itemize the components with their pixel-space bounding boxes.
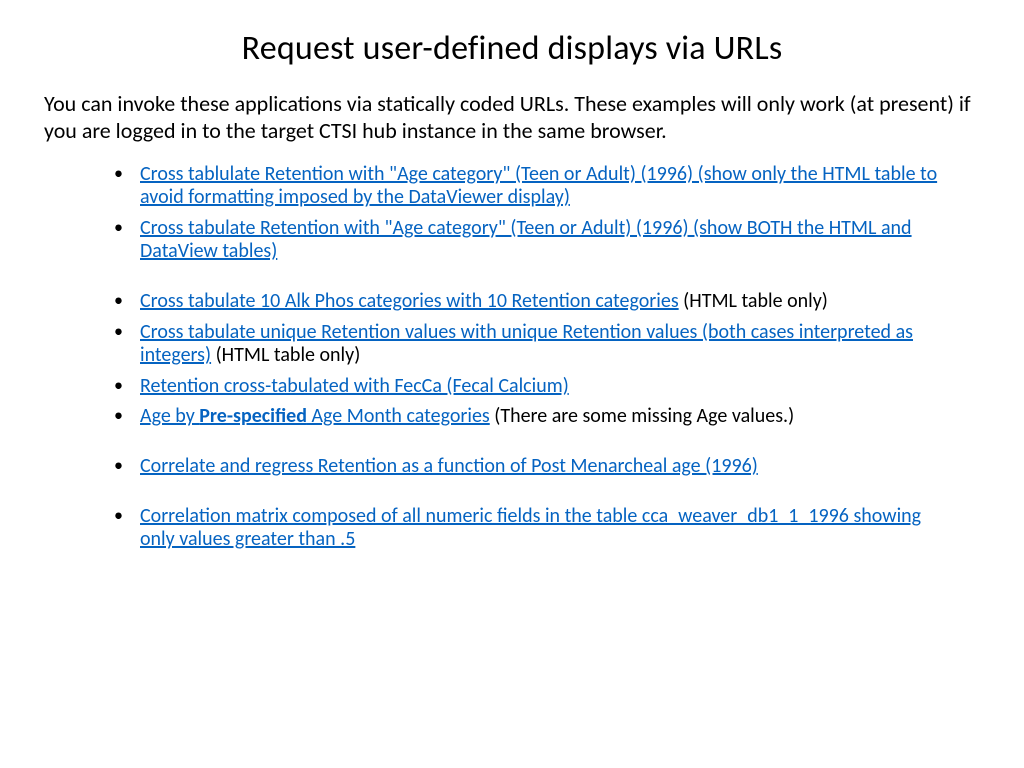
slide-title: Request user-defined displays via URLs <box>0 28 1024 69</box>
link-crosstab-age-both[interactable]: Cross tabulate Retention with "Age categ… <box>140 216 912 264</box>
list-item: Cross tabulate unique Retention values w… <box>110 321 960 368</box>
item-suffix: (HTML table only) <box>679 289 828 313</box>
slide: Request user-defined displays via URLs Y… <box>0 28 1024 768</box>
list-item: Correlate and regress Retention as a fun… <box>110 455 960 479</box>
link-part: Age Month categories <box>307 404 490 428</box>
list-item: Cross tabulate 10 Alk Phos categories wi… <box>110 290 960 314</box>
link-age-by-month[interactable]: Age by Pre-specified Age Month categorie… <box>140 404 490 428</box>
link-crosstab-alkphos-retention[interactable]: Cross tabulate 10 Alk Phos categories wi… <box>140 289 679 313</box>
bullet-list: Cross tablulate Retention with "Age cate… <box>110 163 960 552</box>
intro-paragraph: You can invoke these applications via st… <box>44 91 980 145</box>
link-correlate-regress[interactable]: Correlate and regress Retention as a fun… <box>140 454 758 478</box>
link-retention-fecca[interactable]: Retention cross-tabulated with FecCa (Fe… <box>140 374 569 398</box>
list-item: Correlation matrix composed of all numer… <box>110 505 960 552</box>
list-item: Retention cross-tabulated with FecCa (Fe… <box>110 375 960 399</box>
list-item: Age by Pre-specified Age Month categorie… <box>110 405 960 429</box>
link-part-bold: Pre-specified <box>199 404 307 428</box>
link-crosstab-age-html-only[interactable]: Cross tablulate Retention with "Age cate… <box>140 162 937 210</box>
item-suffix: (There are some missing Age values.) <box>490 404 794 428</box>
list-item: Cross tablulate Retention with "Age cate… <box>110 163 960 210</box>
item-suffix: (HTML table only) <box>211 343 360 367</box>
link-correlation-matrix[interactable]: Correlation matrix composed of all numer… <box>140 504 921 552</box>
list-item: Cross tabulate Retention with "Age categ… <box>110 217 960 264</box>
link-part: Age by <box>140 404 199 428</box>
